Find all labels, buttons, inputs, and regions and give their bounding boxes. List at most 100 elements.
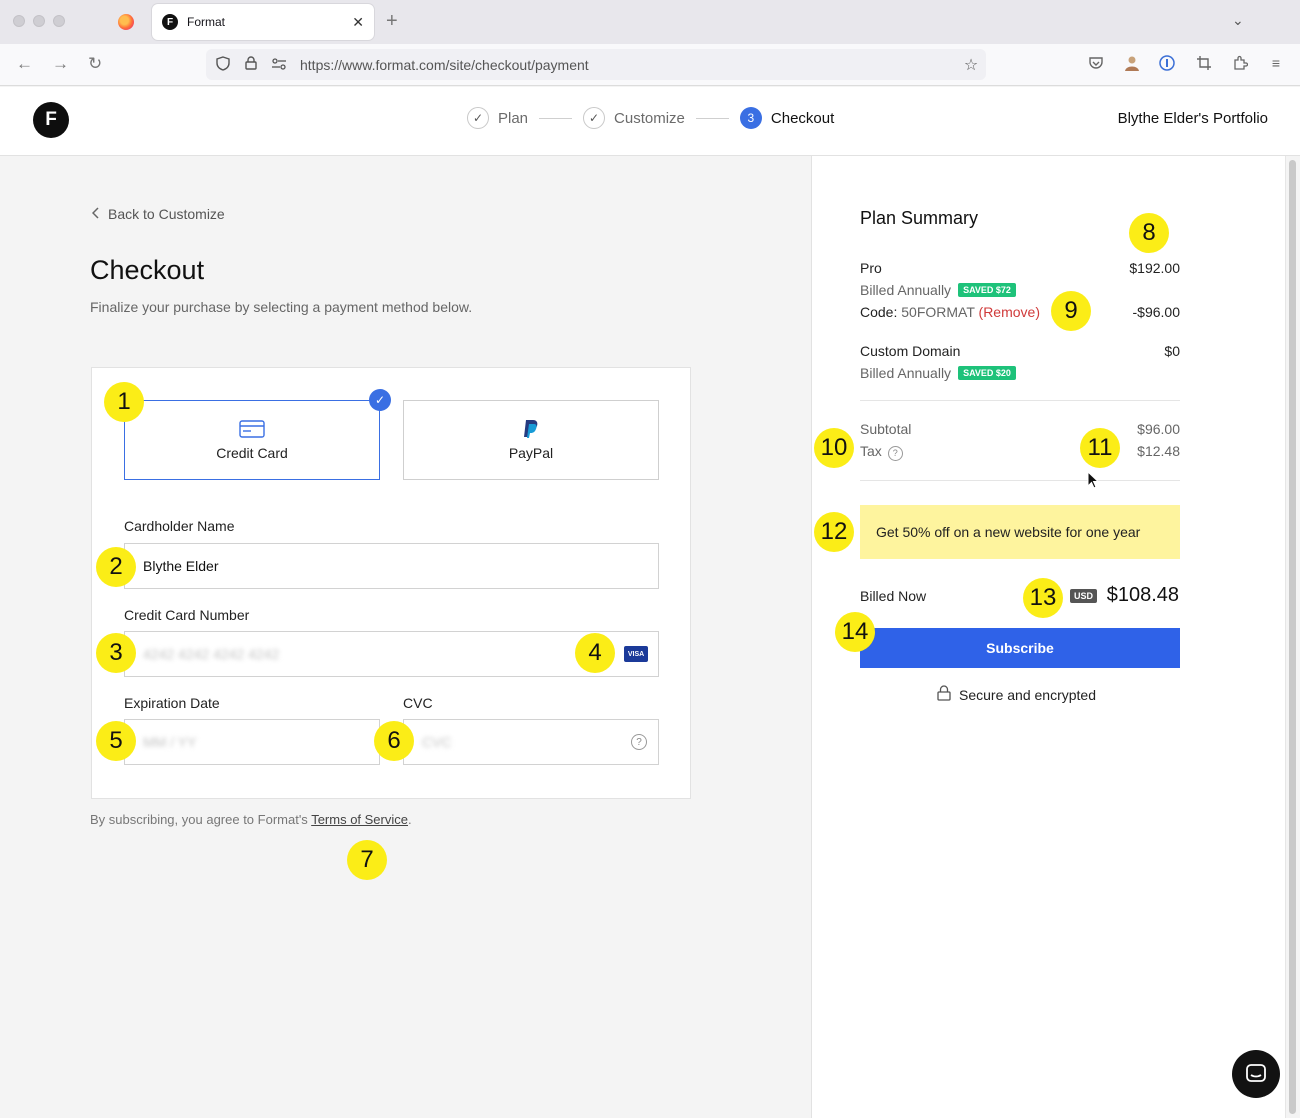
domain-billing-label: Billed Annually (860, 365, 952, 381)
divider (860, 480, 1180, 481)
plan-summary-title: Plan Summary (860, 208, 979, 228)
firefox-icon (118, 14, 134, 30)
custom-domain-label: Custom Domain (860, 343, 961, 359)
cardholder-name-input[interactable]: Blythe Elder (124, 543, 659, 589)
site-header: F ✓ Plan ✓ Customize 3 Checkout Blythe E… (0, 87, 1300, 156)
window-close-button[interactable] (13, 15, 25, 27)
terms-prefix: By subscribing, you agree to Format's (90, 812, 312, 827)
cvc-placeholder: CVC (422, 734, 452, 750)
portfolio-name[interactable]: Blythe Elder's Portfolio (1118, 110, 1268, 127)
tab-close-icon[interactable]: ✕ (352, 14, 364, 31)
back-arrow-icon[interactable]: ← (16, 54, 33, 74)
credit-card-icon (239, 419, 265, 439)
reload-icon[interactable]: ↻ (88, 54, 102, 74)
annotation-marker: 11 (1080, 428, 1120, 468)
divider (860, 400, 1180, 401)
plan-summary-panel: Plan Summary Pro $192.00 Billed Annually… (811, 156, 1285, 1118)
saved-badge: SAVED $20 (958, 366, 1016, 380)
format-logo[interactable]: F (33, 102, 69, 138)
promo-code: 50FORMAT (901, 304, 975, 320)
credit-card-option[interactable]: Credit Card ✓ (124, 389, 391, 480)
annotation-marker: 2 (96, 547, 136, 587)
pocket-icon[interactable] (1086, 55, 1106, 75)
checkout-steps: ✓ Plan ✓ Customize 3 Checkout (467, 107, 834, 129)
window-minimize-button[interactable] (33, 15, 45, 27)
step-checkout-label: Checkout (770, 109, 835, 127)
cvc-label: CVC (403, 695, 433, 711)
paypal-icon (523, 419, 539, 439)
window-zoom-button[interactable] (53, 15, 65, 27)
back-to-customize-link[interactable]: Back to Customize (91, 206, 225, 222)
code-discount: -$96.00 (1132, 304, 1180, 320)
annotation-marker: 7 (347, 840, 387, 880)
url-bar[interactable]: https://www.format.com/site/checkout/pay… (206, 49, 986, 80)
paypal-option[interactable]: PayPal (403, 400, 659, 480)
profile-avatar-icon[interactable] (1122, 55, 1142, 75)
scrollbar-thumb[interactable] (1289, 160, 1296, 1114)
annotation-marker: 4 (575, 633, 615, 673)
extensions-puzzle-icon[interactable] (1230, 55, 1250, 75)
browser-navbar: ← → ↻ https://www.format.com/site/checko… (0, 44, 1300, 86)
menu-hamburger-icon[interactable]: ≡ (1266, 55, 1286, 75)
annotation-marker: 12 (814, 512, 854, 552)
url-text[interactable]: https://www.format.com/site/checkout/pay… (300, 57, 956, 73)
password-manager-icon[interactable] (1157, 55, 1177, 75)
billed-now-amount: $108.48 (1106, 584, 1179, 606)
annotation-marker: 3 (96, 633, 136, 673)
terms-suffix: . (408, 812, 412, 827)
annotation-marker: 14 (835, 612, 875, 652)
screenshot-crop-icon[interactable] (1194, 55, 1214, 75)
pro-billing-label: Billed Annually (860, 282, 952, 298)
subtotal-label: Subtotal (860, 421, 912, 437)
visa-card-icon: VISA (624, 646, 648, 662)
tax-help-icon[interactable]: ? (887, 445, 903, 461)
site-permissions-icon[interactable] (268, 57, 290, 73)
bookmark-star-icon[interactable]: ☆ (956, 55, 986, 75)
expiration-date-field[interactable]: MM / YY (124, 719, 380, 765)
remove-code-link[interactable]: (Remove) (979, 304, 1040, 320)
annotation-marker: 6 (374, 721, 414, 761)
shield-icon[interactable] (212, 55, 234, 74)
new-tab-icon[interactable]: + (386, 10, 398, 33)
page-subtitle: Finalize your purchase by selecting a pa… (90, 299, 473, 315)
code-prefix: Code: (860, 304, 898, 320)
tab-title: Format (187, 15, 226, 29)
pro-plan-price: $192.00 (1129, 260, 1180, 276)
back-link-label: Back to Customize (108, 206, 225, 222)
page-title: Checkout (90, 255, 205, 285)
secure-notice: Secure and encrypted (936, 685, 1096, 704)
step-plan-label[interactable]: Plan (498, 110, 528, 127)
tab-format[interactable]: F Format ✕ (152, 4, 374, 40)
step-plan-check-icon: ✓ (467, 107, 489, 129)
tab-list-chevron-icon[interactable]: ⌄ (1232, 12, 1244, 29)
credit-card-label: Credit Card (216, 445, 288, 461)
subtotal-value: $96.00 (1137, 421, 1180, 437)
paypal-label: PayPal (508, 445, 554, 461)
expiration-date-label: Expiration Date (124, 695, 220, 711)
cvc-help-icon[interactable]: ? (631, 734, 647, 750)
format-favicon-icon: F (162, 14, 178, 30)
chat-support-button[interactable] (1232, 1050, 1280, 1098)
annotation-marker: 5 (96, 721, 136, 761)
pro-plan-row: Pro $192.00 (860, 260, 1180, 276)
card-number-label: Credit Card Number (124, 607, 250, 623)
forward-arrow-icon[interactable]: → (52, 54, 69, 74)
firefox-tab[interactable] (108, 8, 144, 36)
chevron-left-icon (91, 206, 100, 222)
step-customize-label[interactable]: Customize (614, 110, 685, 127)
selected-check-icon: ✓ (369, 389, 391, 411)
promo-banner[interactable]: Get 50% off on a new website for one yea… (860, 505, 1180, 559)
mouse-cursor-icon (1087, 471, 1099, 489)
terms-of-service-link[interactable]: Terms of Service (311, 812, 408, 827)
annotation-marker: 8 (1129, 213, 1169, 253)
step-connector (695, 117, 729, 119)
pro-plan-label: Pro (860, 260, 882, 276)
tax-label: Tax (860, 443, 882, 459)
browser-tabbar: F Format ✕ + ⌄ (0, 0, 1300, 44)
cvc-field[interactable]: CVC ? (403, 719, 659, 765)
lock-icon[interactable] (240, 56, 262, 73)
annotation-marker: 9 (1051, 291, 1091, 331)
domain-billing-row: Billed Annually SAVED $20 (860, 365, 1180, 381)
subscribe-button[interactable]: Subscribe (860, 628, 1180, 668)
lock-icon (936, 685, 952, 704)
